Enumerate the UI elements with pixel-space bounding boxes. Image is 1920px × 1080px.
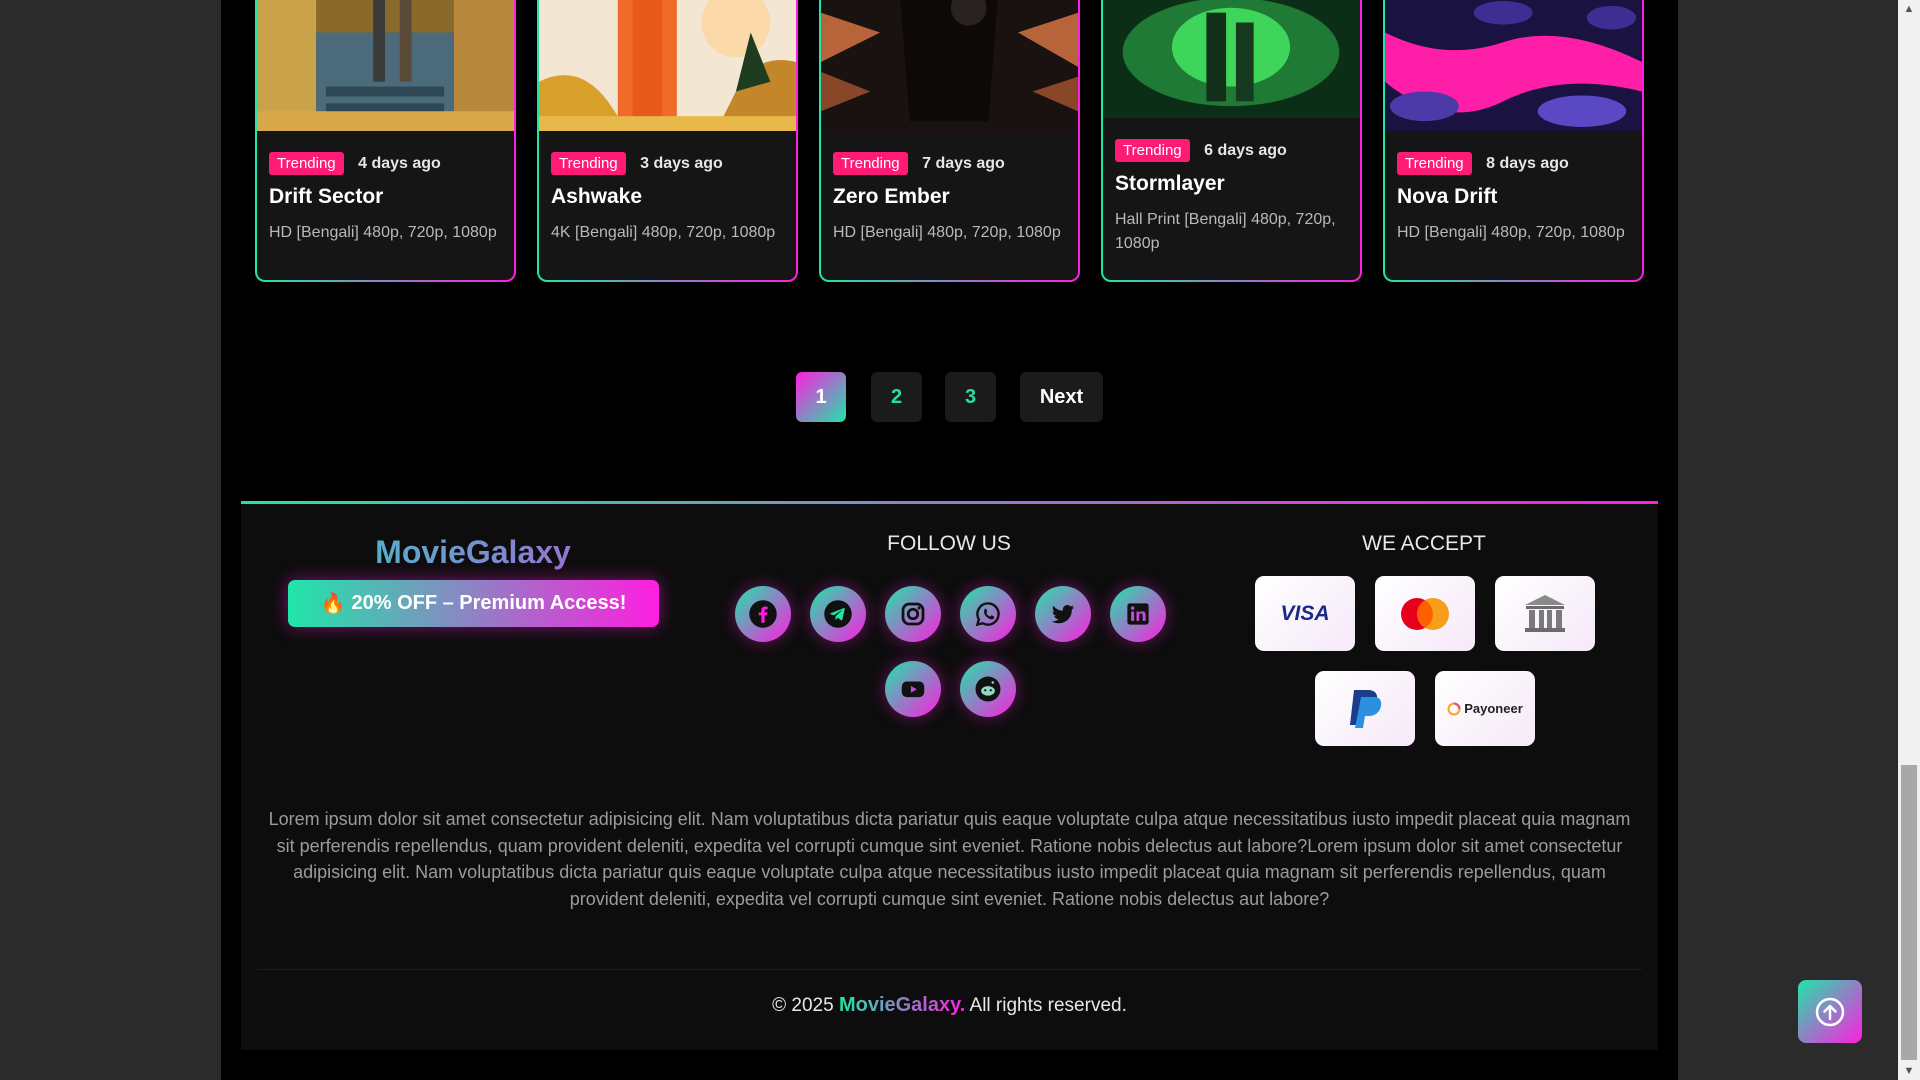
movie-quality: HD [Bengali] 480p, 720p, 1080p bbox=[833, 224, 1061, 241]
movie-title[interactable]: Nova Drift bbox=[1397, 185, 1632, 209]
payoneer-label: Payoneer bbox=[1464, 701, 1523, 716]
we-accept-heading: WE ACCEPT bbox=[1362, 532, 1486, 555]
scroll-down-arrow-icon[interactable]: ▼ bbox=[1903, 1065, 1915, 1077]
movie-quality: HD [Bengali] 480p, 720p, 1080p bbox=[269, 224, 497, 241]
footer-divider bbox=[257, 969, 1642, 970]
footer-description: Lorem ipsum dolor sit amet consectetur a… bbox=[268, 809, 1631, 909]
trending-badge: Trending bbox=[551, 152, 626, 175]
movie-quality: Hall Print [Bengali] 480p, 720p, 1080p bbox=[1115, 211, 1336, 252]
movie-card[interactable]: Trending 3 days ago Ashwake 4K [Bengali]… bbox=[537, 0, 798, 282]
movie-card[interactable]: Trending 4 days ago Drift Sector HD [Ben… bbox=[255, 0, 516, 282]
next-page-button[interactable]: Next bbox=[1020, 372, 1103, 422]
poster-image bbox=[539, 0, 796, 131]
visa-label: VISA bbox=[1280, 601, 1330, 625]
telegram-icon[interactable] bbox=[810, 586, 866, 642]
copyright-suffix: All rights reserved. bbox=[965, 995, 1127, 1016]
back-to-top-button[interactable] bbox=[1798, 980, 1862, 1043]
movie-title[interactable]: Stormlayer bbox=[1115, 172, 1350, 196]
poster-image bbox=[821, 0, 1078, 131]
footer-gradient-line bbox=[241, 501, 1658, 504]
movie-title[interactable]: Ashwake bbox=[551, 185, 786, 209]
whatsapp-icon[interactable] bbox=[960, 586, 1016, 642]
posted-time: 8 days ago bbox=[1486, 154, 1569, 172]
instagram-icon[interactable] bbox=[885, 586, 941, 642]
footer-brand[interactable]: MovieGalaxy bbox=[241, 534, 705, 571]
movie-card[interactable]: Trending 8 days ago Nova Drift HD [Benga… bbox=[1383, 0, 1644, 282]
movie-quality: HD [Bengali] 480p, 720p, 1080p bbox=[1397, 224, 1625, 241]
movie-quality: 4K [Bengali] 480p, 720p, 1080p bbox=[551, 224, 776, 241]
trending-badge: Trending bbox=[833, 152, 908, 175]
facebook-icon[interactable] bbox=[735, 586, 791, 642]
mastercard-logo bbox=[1375, 576, 1475, 651]
copyright: © 2025 MovieGalaxy. All rights reserved. bbox=[241, 994, 1658, 1017]
poster-image bbox=[257, 0, 514, 131]
youtube-icon[interactable] bbox=[885, 661, 941, 717]
fire-icon: 🔥 bbox=[320, 593, 346, 615]
movie-card[interactable]: Trending 7 days ago Zero Ember HD [Benga… bbox=[819, 0, 1080, 282]
movie-title[interactable]: Zero Ember bbox=[833, 185, 1068, 209]
posted-time: 3 days ago bbox=[640, 154, 723, 172]
paypal-logo bbox=[1315, 671, 1415, 746]
copyright-prefix: © 2025 bbox=[772, 995, 839, 1016]
linkedin-icon[interactable] bbox=[1110, 586, 1166, 642]
visa-logo: VISA bbox=[1255, 576, 1355, 651]
site-footer: MovieGalaxy 🔥 20% OFF – Premium Access! … bbox=[241, 501, 1658, 1050]
bank-logo bbox=[1495, 576, 1595, 651]
trending-badge: Trending bbox=[1397, 152, 1472, 175]
page-scrollbar[interactable]: ▲ ▼ bbox=[1898, 0, 1920, 1080]
movie-title[interactable]: Drift Sector bbox=[269, 185, 504, 209]
posted-time: 7 days ago bbox=[922, 154, 1005, 172]
scroll-up-arrow-icon[interactable]: ▲ bbox=[1903, 3, 1915, 15]
copyright-brand[interactable]: MovieGalaxy. bbox=[839, 994, 965, 1016]
premium-offer-button[interactable]: 🔥 20% OFF – Premium Access! bbox=[288, 580, 659, 627]
reddit-icon[interactable] bbox=[960, 661, 1016, 717]
trending-badge: Trending bbox=[269, 152, 344, 175]
scrollbar-thumb[interactable] bbox=[1901, 765, 1917, 1060]
payoneer-logo: Payoneer bbox=[1435, 671, 1535, 746]
poster-image bbox=[1103, 0, 1360, 119]
poster-image bbox=[1385, 0, 1642, 131]
twitter-icon[interactable] bbox=[1035, 586, 1091, 642]
arrow-up-icon bbox=[1815, 997, 1845, 1026]
posted-time: 4 days ago bbox=[358, 154, 441, 172]
premium-offer-label: 20% OFF – Premium Access! bbox=[351, 592, 627, 614]
follow-us-heading: FOLLOW US bbox=[887, 532, 1011, 555]
posted-time: 6 days ago bbox=[1204, 141, 1287, 159]
page-2-button[interactable]: 2 bbox=[871, 372, 922, 422]
page-1-button[interactable]: 1 bbox=[796, 372, 846, 422]
trending-badge: Trending bbox=[1115, 139, 1190, 162]
movie-card[interactable]: Trending 6 days ago Stormlayer Hall Prin… bbox=[1101, 0, 1362, 282]
page-3-button[interactable]: 3 bbox=[945, 372, 996, 422]
